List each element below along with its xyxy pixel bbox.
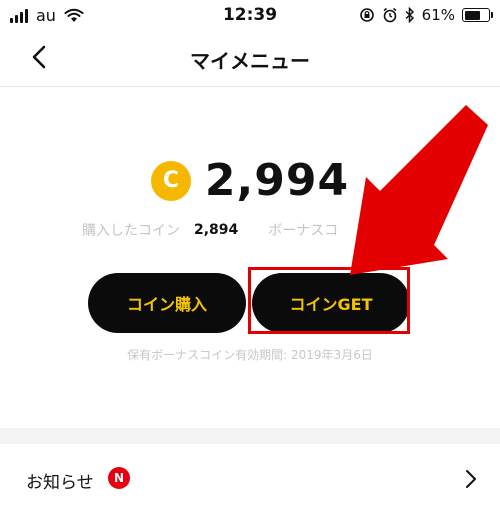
nav-bar: マイメニュー (0, 30, 500, 87)
bluetooth-icon (405, 7, 414, 23)
page-title: マイメニュー (190, 49, 310, 73)
chevron-right-icon (466, 470, 476, 488)
status-bar: au 12:39 61% (0, 0, 500, 30)
bonus-coins-label: ボーナスコ (268, 223, 339, 239)
battery-icon (462, 8, 493, 22)
new-badge: N (108, 467, 130, 489)
battery-percent: 61% (421, 6, 455, 24)
coin-icon: C (150, 160, 191, 201)
red-arrow-annotation (350, 105, 488, 275)
buy-coins-button[interactable]: コイン購入 (88, 273, 246, 333)
alarm-icon (383, 7, 397, 23)
coin-breakdown: 購入したコイン 2,894 ボーナスコ (82, 220, 338, 240)
section-divider (0, 428, 500, 444)
purchased-coins-value: 2,894 (194, 222, 239, 238)
purchased-coins-label: 購入したコイン (82, 223, 180, 239)
bonus-expiry-text: 保有ボーナスコイン有効期間: 2019年3月6日 (127, 348, 373, 362)
status-right: 61% (359, 6, 493, 24)
notices-label: お知らせ (26, 473, 94, 493)
notices-row[interactable]: お知らせ N (0, 444, 500, 512)
orientation-lock-icon (359, 8, 374, 22)
coin-total: 2,994 (204, 155, 350, 206)
